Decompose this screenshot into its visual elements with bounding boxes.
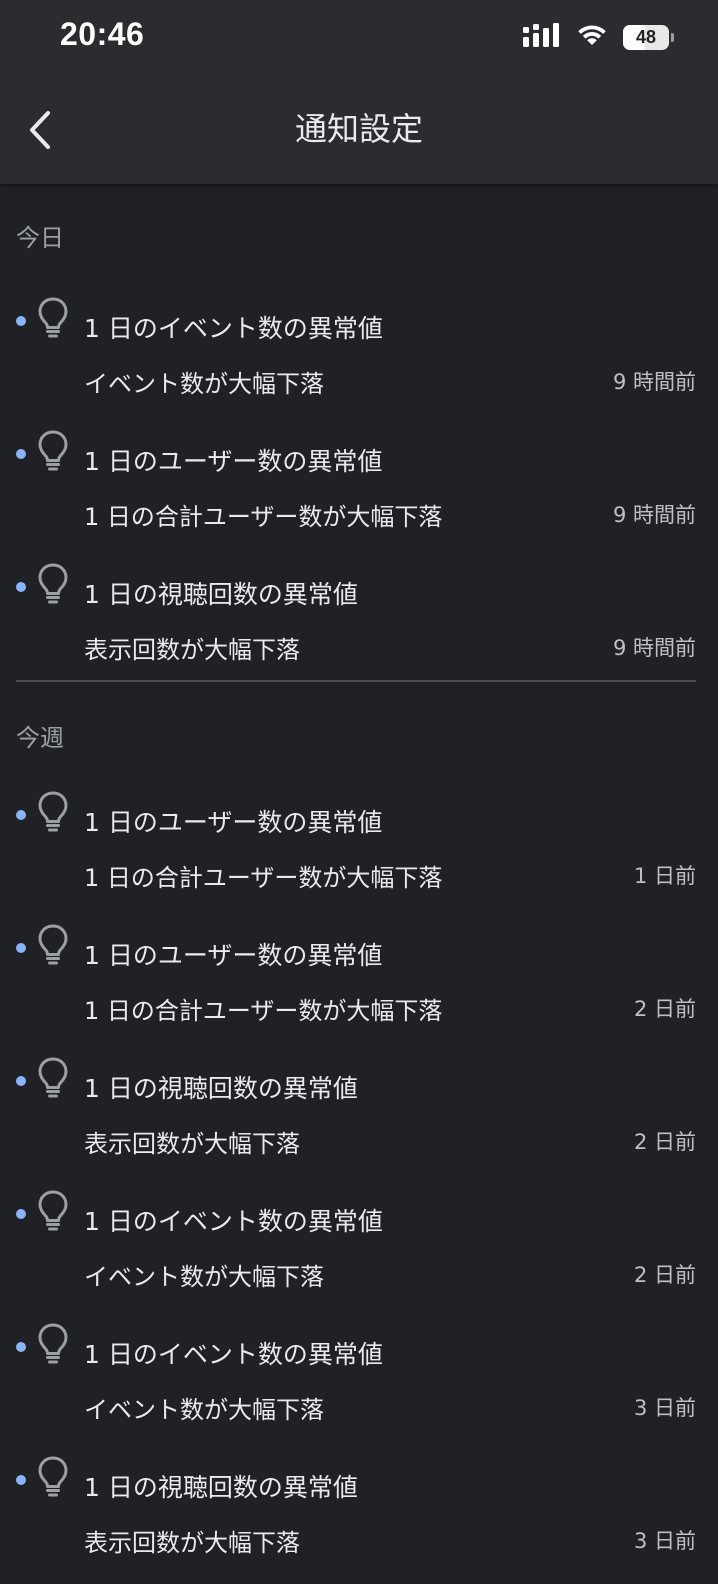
unread-dot	[16, 810, 26, 820]
unread-dot	[16, 316, 26, 326]
notification-time: 9 時間前	[612, 636, 696, 660]
lightbulb-icon	[36, 1056, 70, 1100]
lightbulb-icon	[36, 296, 70, 340]
lightbulb-icon	[36, 923, 70, 967]
notification-title: 1 日のユーザー数の異常値	[84, 447, 383, 476]
page-title: 通知設定	[294, 110, 423, 148]
notification-time: 9 時間前	[612, 370, 696, 394]
notification-item[interactable]: 1 日のイベント数の異常値 イベント数が大幅下落 3 日前	[0, 1302, 718, 1435]
cellular-signal-icon	[523, 23, 561, 51]
unread-dot	[16, 449, 26, 459]
notification-title: 1 日のイベント数の異常値	[84, 314, 383, 343]
notification-time: 3 日前	[633, 1396, 696, 1420]
notification-title: 1 日のイベント数の異常値	[84, 1207, 383, 1236]
notification-title: 1 日の視聴回数の異常値	[84, 1074, 358, 1103]
notification-title: 1 日のユーザー数の異常値	[84, 808, 383, 837]
lightbulb-icon	[36, 1189, 70, 1233]
notification-item[interactable]: 1 日のユーザー数の異常値 1 日の合計ユーザー数が大幅下落 2 日前	[0, 903, 718, 1036]
notification-item[interactable]: 1 日のイベント数の異常値 イベント数が大幅下落 2 日前	[0, 1169, 718, 1302]
lightbulb-icon	[36, 429, 70, 473]
notification-time: 9 時間前	[612, 503, 696, 527]
app-header: 20:46 48 通知設定	[0, 0, 718, 184]
notification-title: 1 日の視聴回数の異常値	[84, 580, 358, 609]
status-icons: 48	[523, 22, 674, 52]
notification-time: 3 日前	[633, 1529, 696, 1553]
section-header: 今日	[16, 224, 64, 252]
unread-dot	[16, 582, 26, 592]
lightbulb-icon	[36, 1455, 70, 1499]
notification-time: 2 日前	[633, 1263, 696, 1287]
unread-dot	[16, 1209, 26, 1219]
notification-item[interactable]: 1 日のイベント数の異常値 イベント数が大幅下落 9 時間前	[0, 276, 718, 409]
notification-list: 今日 1 日のイベント数の異常値 イベント数が大幅下落 9 時間前 1 日のユーザー数の…	[0, 184, 718, 1568]
notification-time: 1 日前	[633, 864, 696, 888]
notification-description: 表示回数が大幅下落	[84, 1529, 300, 1557]
notification-description: 1 日の合計ユーザー数が大幅下落	[84, 997, 443, 1025]
battery-cap	[671, 32, 674, 42]
notification-item[interactable]: 1 日の視聴回数の異常値 表示回数が大幅下落 3 日前	[0, 1435, 718, 1568]
lightbulb-icon	[36, 1322, 70, 1366]
notification-item[interactable]: 1 日の視聴回数の異常値 表示回数が大幅下落 2 日前	[0, 1036, 718, 1169]
lightbulb-icon	[36, 562, 70, 606]
battery-indicator: 48	[623, 24, 669, 50]
unread-dot	[16, 1342, 26, 1352]
notification-item[interactable]: 1 日のユーザー数の異常値 1 日の合計ユーザー数が大幅下落 9 時間前	[0, 409, 718, 542]
notification-title: 1 日の視聴回数の異常値	[84, 1473, 358, 1502]
unread-dot	[16, 943, 26, 953]
notification-time: 2 日前	[633, 1130, 696, 1154]
notification-description: 表示回数が大幅下落	[84, 636, 300, 664]
notification-time: 2 日前	[633, 997, 696, 1021]
notification-item[interactable]: 1 日の視聴回数の異常値 表示回数が大幅下落 9 時間前	[0, 542, 718, 675]
unread-dot	[16, 1475, 26, 1485]
notification-description: 1 日の合計ユーザー数が大幅下落	[84, 503, 443, 531]
lightbulb-icon	[36, 790, 70, 834]
notification-title: 1 日のイベント数の異常値	[84, 1340, 383, 1369]
notification-title: 1 日のユーザー数の異常値	[84, 941, 383, 970]
notification-description: イベント数が大幅下落	[84, 1396, 324, 1424]
wifi-icon	[575, 23, 609, 51]
battery-level: 48	[635, 26, 657, 47]
unread-dot	[16, 1076, 26, 1086]
notification-item[interactable]: 1 日のユーザー数の異常値 1 日の合計ユーザー数が大幅下落 1 日前	[0, 770, 718, 903]
notification-description: 表示回数が大幅下落	[84, 1130, 300, 1158]
notification-description: 1 日の合計ユーザー数が大幅下落	[84, 864, 443, 892]
notification-description: イベント数が大幅下落	[84, 370, 324, 398]
status-time: 20:46	[60, 16, 145, 52]
notification-description: イベント数が大幅下落	[84, 1263, 324, 1291]
section-header: 今週	[16, 724, 64, 752]
